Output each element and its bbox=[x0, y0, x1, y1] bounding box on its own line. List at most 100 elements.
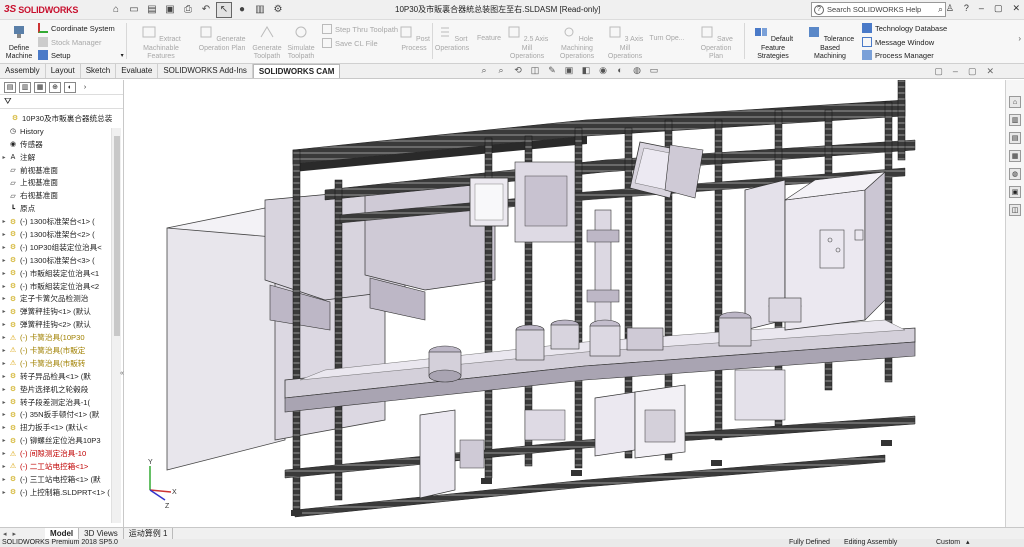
close-icon[interactable]: ✕ bbox=[1012, 3, 1020, 14]
search-icon[interactable]: ⌕ bbox=[938, 4, 943, 15]
graphics-area[interactable]: Y X Z bbox=[125, 79, 1005, 527]
expand-arrow-icon[interactable]: ▸ bbox=[0, 283, 8, 290]
viewport-close-icon[interactable]: ✕ bbox=[986, 66, 994, 77]
post-process-button[interactable]: Post Process bbox=[398, 25, 430, 53]
expand-arrow-icon[interactable]: ▸ bbox=[0, 424, 8, 431]
generate-toolpath-button[interactable]: Generate Toolpath bbox=[248, 25, 286, 62]
configuration-manager-tab-icon[interactable]: ▦ bbox=[34, 81, 46, 93]
message-window-button[interactable]: Message Window bbox=[862, 37, 934, 47]
hole-machining-button[interactable]: Hole Machining Operations bbox=[550, 25, 604, 62]
tab-assembly[interactable]: Assembly bbox=[0, 64, 46, 78]
tree-item[interactable]: ▸ ⚠ (-) 卡簧治具(市販转 bbox=[0, 357, 123, 370]
expand-arrow-icon[interactable]: ▸ bbox=[0, 476, 8, 483]
custom-properties-icon[interactable]: ▣ bbox=[1009, 186, 1021, 198]
generate-operation-plan-button[interactable]: Generate Operation Plan bbox=[194, 25, 250, 53]
solidworks-resources-icon[interactable]: ⌂ bbox=[1009, 96, 1021, 108]
save-operation-plan-button[interactable]: Save Operation Plan bbox=[688, 25, 744, 62]
tree-item[interactable]: ⚙ 10P30及市販裏合器统总装 bbox=[0, 112, 123, 125]
tree-item[interactable]: ▸ ⚙ (-) 1300标准架台<3> ( bbox=[0, 254, 123, 267]
open-file-icon[interactable]: ▤ bbox=[144, 2, 160, 18]
process-manager-button[interactable]: Process Manager bbox=[862, 50, 934, 60]
tree-item[interactable]: ▸ ⚙ (-) 三工站电控箱<1> (默 bbox=[0, 473, 123, 486]
panel-collapse-icon[interactable]: « bbox=[120, 370, 124, 377]
tab-sketch[interactable]: Sketch bbox=[81, 64, 117, 78]
expand-arrow-icon[interactable]: ▸ bbox=[0, 231, 8, 238]
restore-icon[interactable]: ▢ bbox=[994, 3, 1003, 14]
feature-tree-scrollbar[interactable] bbox=[111, 128, 121, 523]
viewport-restore-icon[interactable]: ▢ bbox=[934, 66, 943, 77]
print-icon[interactable]: ⎙ bbox=[180, 2, 196, 18]
setup-dropdown-icon[interactable]: ▾ bbox=[121, 52, 124, 59]
expand-arrow-icon[interactable]: ▸ bbox=[0, 244, 8, 251]
expand-arrow-icon[interactable]: ▸ bbox=[0, 308, 8, 315]
tree-item[interactable]: ▱ 前视基准面 bbox=[0, 164, 123, 177]
tree-item[interactable]: ▸ ⚙ (-) 上控制箱.SLDPRT<1> ( bbox=[0, 486, 123, 499]
status-units[interactable]: Custom bbox=[936, 539, 960, 547]
viewport-maximize-icon[interactable]: ▢ bbox=[968, 66, 977, 77]
tab-motion-study[interactable]: 运动算例 1 bbox=[124, 528, 174, 539]
expand-arrow-icon[interactable]: ▸ bbox=[0, 321, 8, 328]
zoom-area-icon[interactable]: ⌕ bbox=[495, 65, 507, 76]
edit-appearance-icon[interactable]: ◐ bbox=[614, 65, 626, 76]
feature-tree-tab-icon[interactable]: ▤ bbox=[4, 81, 16, 93]
expand-arrow-icon[interactable]: ▸ bbox=[0, 347, 8, 354]
default-feature-strategies-button[interactable]: Default Feature Strategies bbox=[745, 25, 801, 62]
display-style-icon[interactable]: ◧ bbox=[580, 65, 592, 76]
previous-view-icon[interactable]: ⟲ bbox=[512, 65, 524, 76]
home-icon[interactable]: ⌂ bbox=[108, 2, 124, 18]
tabs-scroll-icon[interactable]: › bbox=[79, 82, 91, 93]
feature-button[interactable]: Feature bbox=[474, 35, 504, 44]
forum-icon[interactable]: ◫ bbox=[1009, 204, 1021, 216]
save-icon[interactable]: ▣ bbox=[162, 2, 178, 18]
file-explorer-icon[interactable]: ▤ bbox=[1009, 132, 1021, 144]
viewport-minimize-icon[interactable]: – bbox=[953, 66, 958, 77]
view-palette-icon[interactable]: ▦ bbox=[1009, 150, 1021, 162]
sort-operations-button[interactable]: Sort Operations bbox=[433, 25, 471, 53]
new-file-icon[interactable]: ▭ bbox=[126, 2, 142, 18]
technology-database-button[interactable]: Technology Database bbox=[862, 23, 947, 33]
step-thru-toolpath-button[interactable]: Step Thru Toolpath bbox=[322, 24, 398, 34]
expand-arrow-icon[interactable]: ▸ bbox=[0, 270, 8, 277]
tree-item[interactable]: ▸ ⚙ (-) 1300标准架台<2> ( bbox=[0, 228, 123, 241]
view-orientation-icon[interactable]: ▣ bbox=[563, 65, 575, 76]
tree-item[interactable]: ┗ 原点 bbox=[0, 202, 123, 215]
tab-3d-views[interactable]: 3D Views bbox=[79, 528, 124, 539]
tree-item[interactable]: ▸ ⚙ 弹簧秤挂钩<2> (默认 bbox=[0, 318, 123, 331]
tolerance-based-machining-button[interactable]: Tolerance Based Machining bbox=[802, 25, 858, 62]
stock-manager-button[interactable]: Stock Manager bbox=[38, 37, 101, 47]
tree-item[interactable]: ▸ ⚙ (-) 35N扳手顿付<1> (默 bbox=[0, 408, 123, 421]
help-icon[interactable]: ? bbox=[964, 3, 969, 14]
units-dropdown-icon[interactable]: ▴ bbox=[966, 539, 970, 547]
tab-model[interactable]: Model bbox=[45, 528, 80, 539]
expand-arrow-icon[interactable]: ▸ bbox=[0, 360, 8, 367]
user-icon[interactable]: ♙ bbox=[946, 3, 954, 14]
tab-evaluate[interactable]: Evaluate bbox=[116, 64, 159, 78]
tree-item[interactable]: ▸ ⚠ (-) 卡簧治具(10P30 bbox=[0, 331, 123, 344]
expand-arrow-icon[interactable]: ▸ bbox=[0, 411, 8, 418]
tree-item[interactable]: ▸ ⚠ (-) 间隙测定治具-10 bbox=[0, 447, 123, 460]
minimize-icon[interactable]: – bbox=[979, 3, 984, 14]
tree-item[interactable]: ▸ ⚙ 垫片选择机之轮毂段 bbox=[0, 383, 123, 396]
simulate-toolpath-button[interactable]: Simulate Toolpath bbox=[284, 25, 318, 62]
select-pointer-icon[interactable]: ↖ bbox=[216, 1, 232, 18]
scrollbar-thumb[interactable] bbox=[114, 136, 120, 336]
expand-arrow-icon[interactable]: ▸ bbox=[0, 373, 8, 380]
tab-add-ins[interactable]: SOLIDWORKS Add-Ins bbox=[158, 64, 253, 78]
traffic-light-icon[interactable]: ● bbox=[234, 2, 250, 18]
expand-arrow-icon[interactable]: ▸ bbox=[0, 154, 8, 161]
options-gear-icon[interactable]: ⚙ bbox=[270, 2, 286, 18]
undo-icon[interactable]: ↶ bbox=[198, 2, 214, 18]
feature-tree-filter[interactable]: ⛛ bbox=[0, 95, 123, 109]
section-view-icon[interactable]: ◫ bbox=[529, 65, 541, 76]
apply-scene-icon[interactable]: ◍ bbox=[631, 65, 643, 76]
tree-item[interactable]: ▸ ⚠ (-) 二工站电控箱<1> bbox=[0, 460, 123, 473]
tree-item[interactable]: ▸ ⚙ 转子异品检具<1> (默 bbox=[0, 370, 123, 383]
view-settings-icon[interactable]: ▭ bbox=[648, 65, 660, 76]
expand-arrow-icon[interactable]: ▸ bbox=[0, 218, 8, 225]
expand-arrow-icon[interactable]: ▸ bbox=[0, 489, 8, 496]
expand-arrow-icon[interactable]: ▸ bbox=[0, 257, 8, 264]
tree-item[interactable]: ▸ ⚙ (-) 市販組装定位治具<1 bbox=[0, 267, 123, 280]
display-manager-tab-icon[interactable]: ◐ bbox=[64, 81, 76, 93]
ribbon-expand-chevron-icon[interactable]: › bbox=[1018, 34, 1021, 43]
setup-button[interactable]: Setup ▾ bbox=[38, 50, 124, 60]
